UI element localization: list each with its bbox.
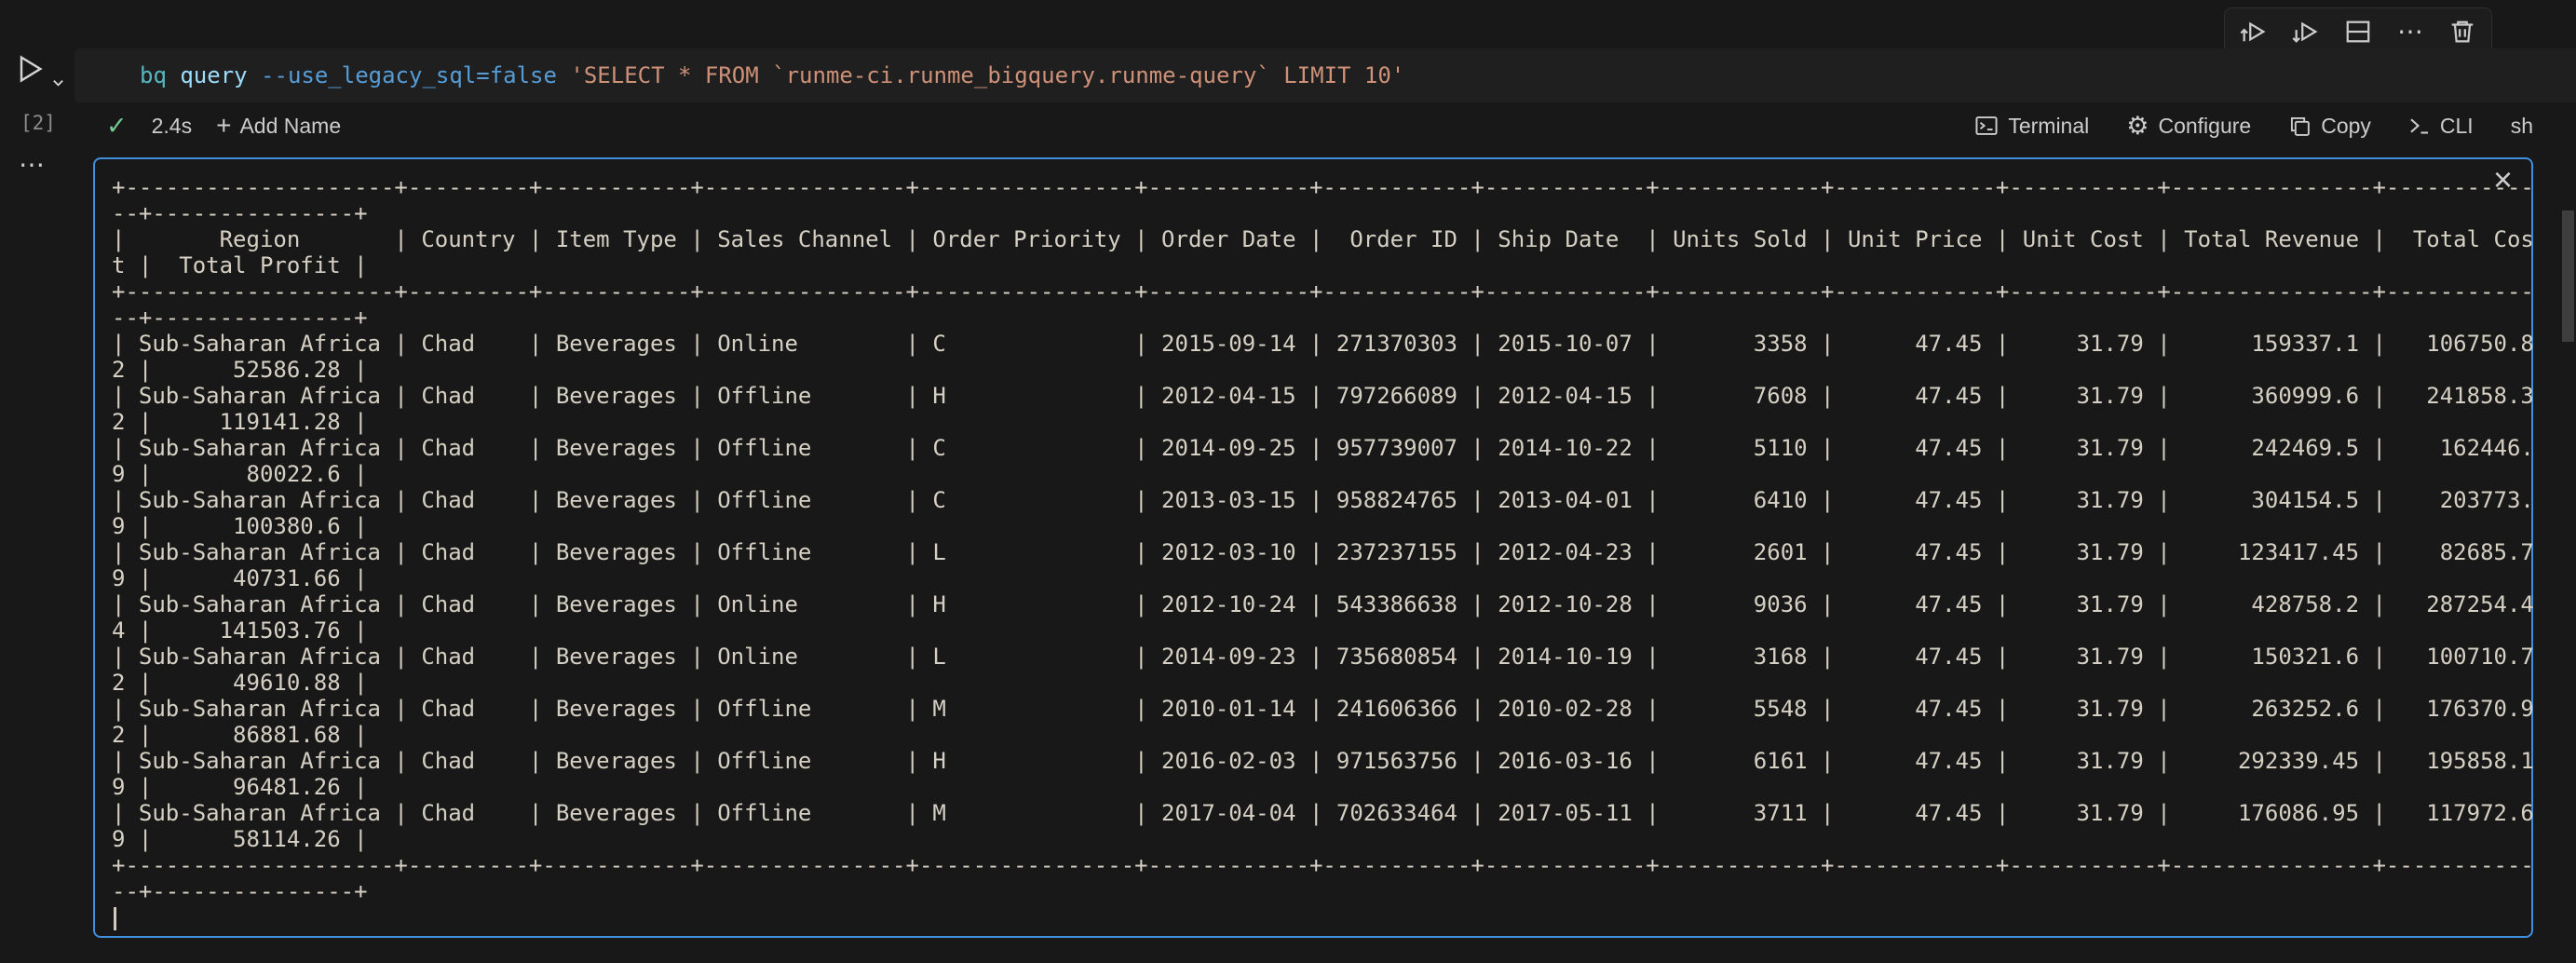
split-cell-icon[interactable]: [2340, 14, 2376, 49]
terminal-label: Terminal: [2008, 114, 2089, 139]
terminal-output-text: +--------------------+---------+--------…: [112, 174, 2534, 904]
add-name-button[interactable]: + Add Name: [216, 113, 341, 139]
run-cell-button[interactable]: [13, 48, 67, 89]
gear-icon: ⚙: [2126, 114, 2149, 139]
run-above-icon[interactable]: [2236, 14, 2271, 49]
copy-button[interactable]: Copy: [2288, 114, 2371, 139]
configure-label: Configure: [2158, 114, 2251, 139]
scrollbar-thumb[interactable]: [2562, 210, 2574, 342]
cell-status-bar: ✓ 2.4s + Add Name Terminal ⚙ Configure C…: [75, 106, 2533, 145]
output-more-actions-icon[interactable]: ⋯: [19, 149, 47, 180]
trash-icon[interactable]: [2445, 14, 2480, 49]
status-left: ✓ 2.4s + Add Name: [75, 112, 341, 141]
success-check-icon: ✓: [106, 112, 128, 141]
execution-duration: 2.4s: [152, 114, 192, 139]
cli-label: CLI: [2440, 114, 2474, 139]
shell-type-label: sh: [2511, 114, 2533, 139]
terminal-button[interactable]: Terminal: [1974, 114, 2089, 139]
copy-icon: [2288, 115, 2312, 138]
plus-icon: +: [216, 113, 231, 139]
terminal-icon: [1974, 114, 1999, 138]
code-line[interactable]: bq query --use_legacy_sql=false 'SELECT …: [75, 48, 2576, 102]
more-actions-icon[interactable]: ⋯: [2393, 14, 2428, 49]
status-actions: Terminal ⚙ Configure Copy CLI sh: [1974, 114, 2533, 139]
terminal-cursor: [114, 907, 116, 930]
terminal-output-panel[interactable]: +--------------------+---------+--------…: [93, 157, 2533, 938]
play-icon: [13, 52, 47, 86]
run-below-icon[interactable]: [2288, 14, 2324, 49]
copy-label: Copy: [2321, 114, 2371, 139]
execution-count: [2]: [20, 112, 56, 134]
chevron-down-icon: [51, 75, 65, 89]
add-name-label: Add Name: [239, 114, 341, 139]
cli-button[interactable]: CLI: [2408, 114, 2474, 139]
close-icon[interactable]: ×: [2493, 163, 2513, 197]
code-editor[interactable]: bq query --use_legacy_sql=false 'SELECT …: [75, 48, 2576, 102]
cli-icon: [2408, 115, 2431, 137]
configure-button[interactable]: ⚙ Configure: [2126, 114, 2251, 139]
